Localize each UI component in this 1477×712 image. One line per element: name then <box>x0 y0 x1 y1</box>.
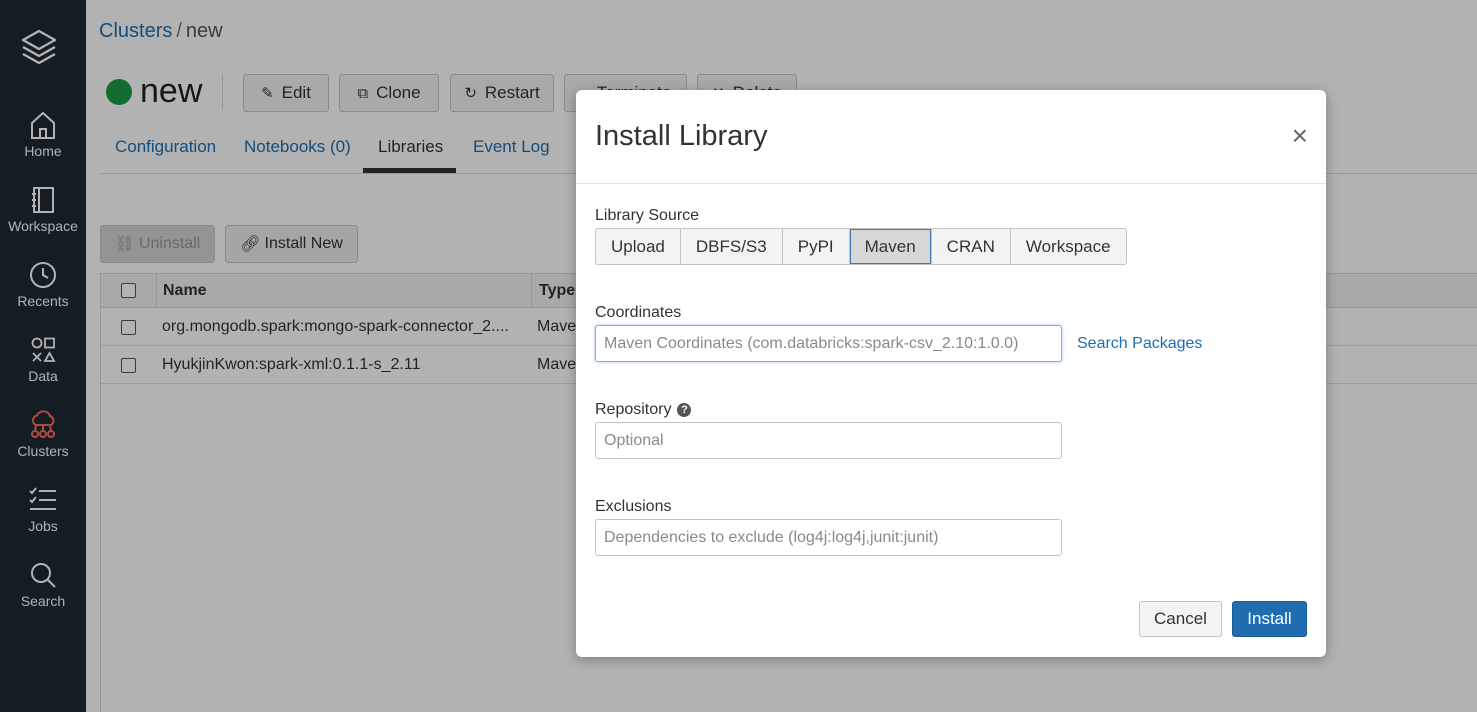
repository-label-row: Repository? <box>595 401 692 419</box>
exclusions-input[interactable] <box>595 519 1062 556</box>
question-help-icon[interactable]: ? <box>677 403 692 417</box>
library-source-selector: Upload DBFS/S3 PyPI Maven CRAN Workspace <box>595 228 1127 265</box>
close-icon[interactable]: × <box>1292 122 1308 150</box>
cancel-button[interactable]: Cancel <box>1139 601 1222 637</box>
repository-input[interactable] <box>595 422 1062 459</box>
source-option-workspace[interactable]: Workspace <box>1010 229 1126 264</box>
install-button[interactable]: Install <box>1232 601 1307 637</box>
modal-header-divider <box>576 183 1326 184</box>
exclusions-label: Exclusions <box>595 498 672 515</box>
source-option-dbfs-s3[interactable]: DBFS/S3 <box>680 229 783 264</box>
modal-title: Install Library <box>595 120 768 152</box>
repository-label: Repository <box>595 401 672 418</box>
source-option-upload[interactable]: Upload <box>596 229 681 264</box>
coordinates-label: Coordinates <box>595 304 682 321</box>
source-option-maven[interactable]: Maven <box>849 229 932 264</box>
library-source-label: Library Source <box>595 207 700 224</box>
install-library-modal: Install Library × Library Source Upload … <box>576 90 1326 657</box>
search-packages-link[interactable]: Search Packages <box>1077 335 1202 353</box>
source-option-cran[interactable]: CRAN <box>931 229 1011 264</box>
source-option-pypi[interactable]: PyPI <box>782 229 850 264</box>
coordinates-input[interactable] <box>595 325 1062 362</box>
